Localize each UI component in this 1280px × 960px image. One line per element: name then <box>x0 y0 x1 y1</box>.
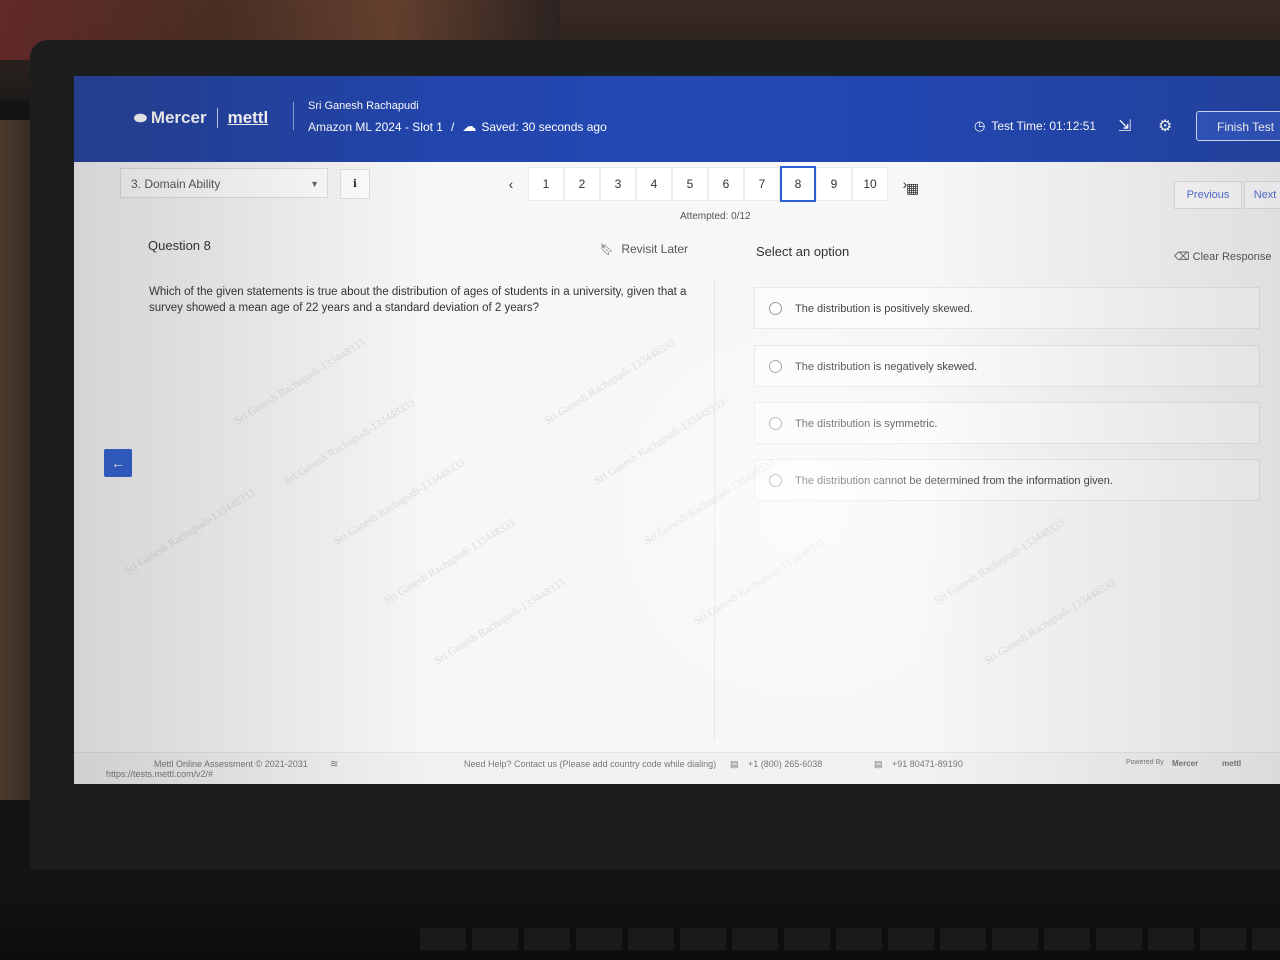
footer-powered-by: Powered By <box>1126 759 1164 766</box>
footer-help-text: Need Help? Contact us (Please add countr… <box>464 759 717 769</box>
info-icon[interactable]: ℹ <box>340 169 370 199</box>
watermark-text: Sri Ganesh Rachapudi-133448333 <box>932 516 1068 608</box>
next-button[interactable]: Next <box>1244 181 1280 209</box>
timer-text: Test Time: 01:12:51 <box>991 119 1097 133</box>
previous-button[interactable]: Previous <box>1174 181 1242 209</box>
watermark-text: Sri Ganesh Rachapudi-133448333 <box>982 576 1118 668</box>
back-arrow-icon[interactable]: ← <box>104 449 132 477</box>
footer-phone-in[interactable]: +91 80471-89190 <box>892 759 963 769</box>
question-text: Which of the given statements is true ab… <box>149 286 687 314</box>
page-button[interactable]: 1 <box>528 167 564 201</box>
section-selected-value: 3. Domain Ability <box>131 177 221 191</box>
watermark-text: Sri Ganesh Rachapudi-133448333 <box>692 536 828 628</box>
header-divider <box>293 102 294 130</box>
laptop-keyboard <box>0 880 1280 960</box>
option-row[interactable]: The distribution is negatively skewed. <box>754 345 1260 387</box>
option-text: The distribution is symmetric. <box>795 418 938 430</box>
radio-button[interactable] <box>769 360 782 373</box>
options-heading: Select an option <box>756 244 850 259</box>
watermark-text: Sri Ganesh Rachapudi-133448333 <box>642 456 778 548</box>
status-url: https://tests.mettl.com/v2/# <box>106 769 214 779</box>
question-pager: ‹ 1 2 3 4 5 6 7 8 9 10 › <box>494 166 922 202</box>
watermark-text: Sri Ganesh Rachapudi-133448333 <box>592 396 728 488</box>
candidate-name: Sri Ganesh Rachapudi <box>308 100 419 112</box>
test-screen: ⬬ Mercer mettl Sri Ganesh Rachapudi Amaz… <box>74 76 1280 784</box>
wifi-icon: ≋ <box>330 759 339 770</box>
header-bar: ⬬ Mercer mettl Sri Ganesh Rachapudi Amaz… <box>74 76 1280 162</box>
watermark-text: Sri Ganesh Rachapudi-133448333 <box>432 576 568 668</box>
option-text: The distribution cannot be determined fr… <box>795 475 1113 487</box>
option-row[interactable]: The distribution cannot be determined fr… <box>754 459 1260 501</box>
radio-button[interactable] <box>769 474 782 487</box>
watermark-text: Sri Ganesh Rachapudi-133448333 <box>122 486 258 578</box>
revisit-label: Revisit Later <box>621 242 689 256</box>
page-button[interactable]: 2 <box>564 167 600 201</box>
settings-gear-icon[interactable]: ⚙ <box>1158 116 1172 136</box>
clear-response-button[interactable]: ⌫ Clear Response <box>1174 250 1272 263</box>
watermark-text: Sri Ganesh Rachapudi-133448333 <box>282 396 418 488</box>
key-row <box>420 928 1280 950</box>
page-button[interactable]: 3 <box>600 167 636 201</box>
pager-prev-chevron-icon[interactable]: ‹ <box>494 176 528 192</box>
save-status: Saved: 30 seconds ago <box>481 119 607 134</box>
footer-phone-us[interactable]: +1 (800) 265-6038 <box>748 759 822 769</box>
footer-brand-secondary: mettl <box>1222 759 1242 768</box>
exam-info: Amazon ML 2024 - Slot 1 / ☁ Saved: 30 se… <box>308 118 607 135</box>
chevron-down-icon: ▼ <box>310 179 319 189</box>
option-row[interactable]: The distribution is positively skewed. <box>754 287 1260 329</box>
page-button[interactable]: 9 <box>816 167 852 201</box>
exam-title: Amazon ML 2024 - Slot 1 <box>308 119 443 134</box>
option-row[interactable]: The distribution is symmetric. <box>754 402 1260 444</box>
footer-copyright: Mettl Online Assessment © 2021-2031 <box>154 759 308 769</box>
mercer-logo-icon: ⬬ <box>134 109 147 127</box>
watermark-text: Sri Ganesh Rachapudi-133448333 <box>382 516 518 608</box>
page-button[interactable]: 6 <box>708 167 744 201</box>
footer-brand-primary: Mercer <box>1172 759 1199 768</box>
brand-secondary: mettl <box>227 108 269 127</box>
us-flag-icon: ▤ <box>730 759 739 769</box>
question-title: Question 8 <box>148 238 211 253</box>
revisit-later-button[interactable]: 🔖︎ Revisit Later <box>600 242 688 256</box>
page-button[interactable]: 5 <box>672 167 708 201</box>
page-button-current[interactable]: 8 <box>780 166 816 202</box>
watermark-text: Sri Ganesh Rachapudi-133448333 <box>232 336 368 428</box>
clock-icon: ◷ <box>974 118 986 133</box>
question-grid-icon[interactable]: ▦ <box>906 180 919 197</box>
logo-divider <box>216 108 218 128</box>
radio-button[interactable] <box>769 302 782 315</box>
india-flag-icon: ▤ <box>874 759 883 769</box>
pane-divider <box>714 281 715 741</box>
section-dropdown[interactable]: 3. Domain Ability ▼ <box>120 168 328 198</box>
page-button[interactable]: 7 <box>744 167 780 201</box>
fullscreen-exit-icon[interactable]: ⇲ <box>1118 116 1131 136</box>
watermark-text: Sri Ganesh Rachapudi-133448333 <box>542 336 678 428</box>
bookmark-icon: 🔖︎ <box>600 244 614 256</box>
page-button[interactable]: 4 <box>636 167 672 201</box>
clear-response-label: Clear Response <box>1192 251 1272 263</box>
finish-test-button[interactable]: Finish Test <box>1196 111 1280 141</box>
cloud-save-icon: ☁ <box>462 118 477 134</box>
radio-button[interactable] <box>769 417 782 430</box>
attempted-count: Attempted: 0/12 <box>680 211 751 222</box>
eraser-icon: ⌫ <box>1174 251 1190 263</box>
page-button[interactable]: 10 <box>852 167 888 201</box>
brand-logo: ⬬ Mercer mettl <box>134 108 268 128</box>
option-text: The distribution is positively skewed. <box>795 303 973 315</box>
brand-primary: Mercer <box>150 108 207 127</box>
option-text: The distribution is negatively skewed. <box>795 361 978 373</box>
watermark-text: Sri Ganesh Rachapudi-133448333 <box>332 456 468 548</box>
exam-separator: / <box>450 119 455 134</box>
footer-bar: Mettl Online Assessment © 2021-2031 ≋ Ne… <box>74 752 1280 784</box>
test-timer: ◷ Test Time: 01:12:51 <box>974 118 1096 134</box>
